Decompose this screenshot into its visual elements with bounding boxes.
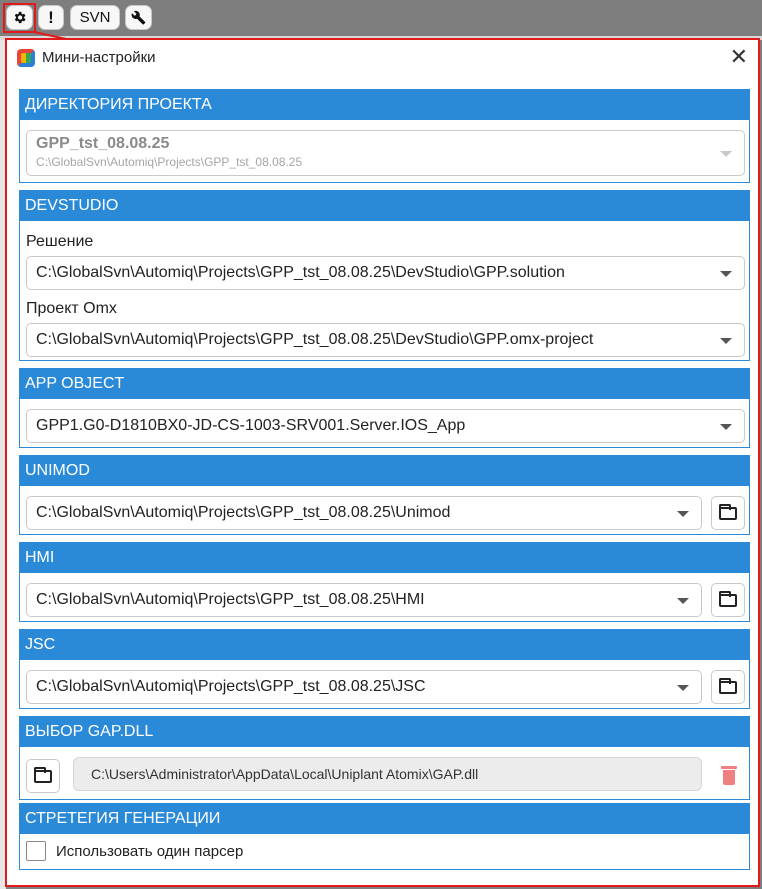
solution-label: Решение [26,233,94,250]
gap-dll-browse-button[interactable] [26,759,60,793]
folder-icon [719,503,737,520]
unimod-section: UNIMOD C:\GlobalSvn\Automiq\Projects\GPP… [19,455,750,535]
devstudio-header: DEVSTUDIO [20,191,749,221]
project-dir-section: ДИРЕКТОРИЯ ПРОЕКТА GPP_tst_08.08.25 C:\G… [19,89,750,183]
solution-select[interactable]: C:\GlobalSvn\Automiq\Projects\GPP_tst_08… [26,256,745,290]
generation-header: СТРЕТЕГИЯ ГЕНЕРАЦИИ [20,804,749,834]
chevron-down-icon [720,151,732,157]
jsc-browse-button[interactable] [711,670,745,704]
unimod-browse-button[interactable] [711,496,745,530]
gap-dll-path: C:\Users\Administrator\AppData\Local\Uni… [73,757,702,791]
chevron-down-icon [720,271,732,277]
project-dir-header: ДИРЕКТОРИЯ ПРОЕКТА [20,90,749,120]
mini-settings-dialog: Мини-настройки ✕ ДИРЕКТОРИЯ ПРОЕКТА GPP_… [5,38,760,887]
app-object-section: APP OBJECT GPP1.G0-D1810BX0-JD-CS-1003-S… [19,368,750,448]
close-icon[interactable]: ✕ [730,45,748,69]
app-object-value: GPP1.G0-D1810BX0-JD-CS-1003-SRV001.Serve… [36,417,466,434]
jsc-header: JSC [20,630,749,660]
jsc-section: JSC C:\GlobalSvn\Automiq\Projects\GPP_ts… [19,629,750,709]
folder-icon [34,766,52,783]
unimod-header: UNIMOD [20,456,749,486]
omx-project-value: C:\GlobalSvn\Automiq\Projects\GPP_tst_08… [36,331,594,348]
delete-button[interactable] [721,765,737,785]
generation-section: СТРЕТЕГИЯ ГЕНЕРАЦИИ Использовать один па… [19,803,750,870]
unimod-select[interactable]: C:\GlobalSvn\Automiq\Projects\GPP_tst_08… [26,496,702,530]
project-dir-name: GPP_tst_08.08.25 [36,135,170,152]
jsc-value: C:\GlobalSvn\Automiq\Projects\GPP_tst_08… [36,678,426,695]
omx-project-label: Проект Omx [26,300,117,317]
chevron-down-icon [720,424,732,430]
folder-icon [719,677,737,694]
dialog-titlebar: Мини-настройки ✕ [7,40,758,76]
unimod-value: C:\GlobalSvn\Automiq\Projects\GPP_tst_08… [36,504,451,521]
project-dir-select[interactable]: GPP_tst_08.08.25 C:\GlobalSvn\Automiq\Pr… [26,130,745,176]
app-object-header: APP OBJECT [20,369,749,399]
project-dir-path: C:\GlobalSvn\Automiq\Projects\GPP_tst_08… [36,155,303,169]
hmi-select[interactable]: C:\GlobalSvn\Automiq\Projects\GPP_tst_08… [26,583,702,617]
single-parser-checkbox[interactable] [26,841,46,861]
hmi-header: HMI [20,543,749,573]
gap-dll-section: ВЫБОР GAP.DLL C:\Users\Administrator\App… [19,716,750,800]
folder-icon [719,590,737,607]
solution-value: C:\GlobalSvn\Automiq\Projects\GPP_tst_08… [36,264,565,281]
chevron-down-icon [720,338,732,344]
dialog-title: Мини-настройки [42,49,156,66]
hmi-value: C:\GlobalSvn\Automiq\Projects\GPP_tst_08… [36,591,425,608]
single-parser-label[interactable]: Использовать один парсер [56,843,243,860]
chevron-down-icon [677,685,689,691]
hmi-section: HMI C:\GlobalSvn\Automiq\Projects\GPP_ts… [19,542,750,622]
omx-project-select[interactable]: C:\GlobalSvn\Automiq\Projects\GPP_tst_08… [26,323,745,357]
devstudio-section: DEVSTUDIO Решение C:\GlobalSvn\Automiq\P… [19,190,750,361]
app-logo-icon [17,49,35,67]
jsc-select[interactable]: C:\GlobalSvn\Automiq\Projects\GPP_tst_08… [26,670,702,704]
chevron-down-icon [677,511,689,517]
gap-dll-header: ВЫБОР GAP.DLL [20,717,749,747]
app-object-select[interactable]: GPP1.G0-D1810BX0-JD-CS-1003-SRV001.Serve… [26,409,745,443]
chevron-down-icon [677,598,689,604]
hmi-browse-button[interactable] [711,583,745,617]
